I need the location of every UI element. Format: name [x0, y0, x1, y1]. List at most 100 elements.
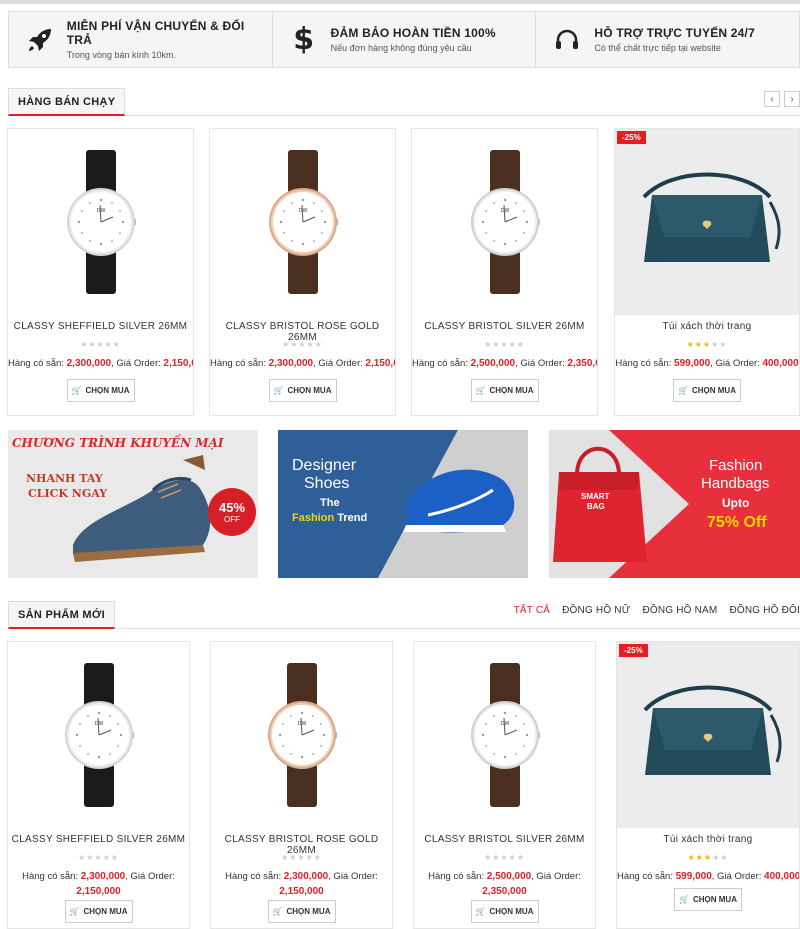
banner-line2: Handbags [701, 475, 770, 492]
banner-heading: CHƯƠNG TRÌNH KHUYẾN MẠI [12, 436, 224, 450]
order-price: 2,350,000 [567, 358, 597, 369]
bag-text2: BAG [587, 502, 605, 511]
order-price: 2,150,000 [76, 886, 121, 897]
section-title: SẢN PHẨM MỚI [8, 601, 115, 629]
feature-support: HỖ TRỢ TRỰC TUYẾN 24/7 Có thể chất trực … [536, 12, 799, 67]
tab-all[interactable]: TẤT CẢ [514, 605, 551, 616]
product-name[interactable]: CLASSY BRISTOL SILVER 26MM [414, 834, 595, 845]
buy-button[interactable]: 🛒 CHỌN MUA [267, 900, 336, 923]
rating-stars: ★★★★★ [281, 853, 322, 862]
watch-image [66, 150, 136, 294]
cart-icon: 🛒 [475, 907, 486, 916]
product-price: Hàng có sẵn: 2,500,000, Giá Order: 2,350… [412, 356, 597, 371]
carousel-prev-button[interactable]: ‹ [764, 91, 780, 107]
banner-line3: The [320, 497, 340, 509]
stock-price: 2,500,000 [470, 358, 516, 369]
rating-stars: ★★★★★ [78, 853, 119, 862]
promo-banner-handbags[interactable]: SMART BAG Fashion Handbags Upto 75% Off [549, 430, 800, 578]
stock-label: Hàng có sẵn: [210, 358, 266, 369]
buy-button[interactable]: 🛒 CHỌN MUA [470, 900, 539, 923]
buy-button[interactable]: 🛒 CHỌN MUA [470, 379, 539, 402]
rating-stars: ★★★★★ [686, 340, 728, 349]
stock-label: Hàng có sẵn: [617, 871, 673, 882]
product-card[interactable]: CLASSY BRISTOL SILVER 26MM ★★★★★ Hàng có… [411, 128, 598, 416]
stock-price: 2,500,000 [486, 871, 532, 882]
feature-title: HỖ TRỢ TRỰC TUYẾN 24/7 [594, 26, 755, 40]
tab-couple-watches[interactable]: ĐỒNG HỒ ĐÔI [729, 605, 800, 616]
feature-refund: $ ĐẢM BẢO HOÀN TIỀN 100% Nếu đơn hàng kh… [273, 12, 537, 67]
stock-label: Hàng có sẵn: [412, 358, 468, 369]
category-tabs: TẤT CẢ ĐỒNG HỒ NỮ ĐỒNG HỒ NAM ĐỒNG HỒ ĐÔ… [514, 605, 800, 616]
product-image[interactable] [414, 642, 595, 828]
watch-image [267, 663, 337, 807]
discount-badge: -25% [617, 131, 646, 144]
product-image[interactable] [8, 129, 193, 315]
product-price: Hàng có sẵn: 2,300,000, Giá Order: 2,150… [8, 356, 193, 371]
product-name[interactable]: CLASSY BRISTOL SILVER 26MM [412, 321, 597, 332]
product-name[interactable]: CLASSY SHEFFIELD SILVER 26MM [8, 321, 193, 332]
new-products-header: SẢN PHẨM MỚI TẤT CẢ ĐỒNG HỒ NỮ ĐỒNG HỒ N… [8, 601, 800, 629]
product-name[interactable]: Túi xách thời trang [617, 834, 799, 845]
top-bar [0, 0, 800, 4]
buy-button[interactable]: 🛒 CHỌN MUA [268, 379, 337, 402]
product-price: Hàng có sẵn: 599,000, Giá Order: 400,000 [617, 869, 799, 884]
product-name[interactable]: Túi xách thời trang [615, 321, 799, 332]
watch-image [470, 150, 540, 294]
banner-line4: Trend [337, 512, 368, 524]
product-card[interactable]: -25% Túi xách thời trang ★★★★★ Hàng có s… [614, 128, 800, 416]
promo-banner-designer-shoes[interactable]: Designer Shoes The Fashion Trend [278, 430, 528, 578]
order-label: , Giá Order: [111, 358, 161, 369]
rating-stars: ★★★★★ [687, 853, 729, 862]
product-image[interactable] [615, 129, 799, 315]
product-card[interactable]: CLASSY BRISTOL ROSE GOLD 26MM ★★★★★ Hàng… [209, 128, 396, 416]
carousel-next-button[interactable]: › [784, 91, 800, 107]
product-image[interactable] [210, 129, 395, 315]
buy-label: CHỌN MUA [85, 386, 130, 395]
buy-button[interactable]: 🛒 CHỌN MUA [673, 379, 741, 402]
watch-image [470, 663, 540, 807]
buy-button[interactable]: 🛒 CHỌN MUA [64, 900, 133, 923]
buy-button[interactable]: 🛒 CHỌN MUA [674, 888, 742, 911]
features-bar: MIỄN PHÍ VẬN CHUYỂN & ĐỔI TRẢ Trong vòng… [8, 11, 800, 68]
product-card[interactable]: CLASSY SHEFFIELD SILVER 26MM ★★★★★ Hàng … [7, 128, 194, 416]
tab-mens-watches[interactable]: ĐỒNG HỒ NAM [642, 605, 717, 616]
stock-label: Hàng có sẵn: [22, 871, 79, 882]
product-image[interactable] [211, 642, 392, 828]
product-price: Hàng có sẵn: 2,300,000, Giá Order: 2,150,… [211, 869, 392, 899]
watch-image [268, 150, 338, 294]
buy-button[interactable]: 🛒 CHỌN MUA [66, 379, 135, 402]
stock-label: Hàng có sẵn: [428, 871, 485, 882]
discount-circle: 45% OFF [208, 488, 256, 536]
product-image[interactable] [8, 642, 189, 828]
product-card[interactable]: CLASSY SHEFFIELD SILVER 26MM ★★★★★ Hàng … [7, 641, 190, 929]
stock-price: 599,000 [675, 871, 712, 882]
product-image[interactable] [617, 642, 799, 828]
product-card[interactable]: -25% Túi xách thời trang ★★★★★ Hàng có s… [616, 641, 800, 929]
product-card[interactable]: CLASSY BRISTOL SILVER 26MM ★★★★★ Hàng có… [413, 641, 596, 929]
banner-tagline: Fashion Trend [292, 512, 367, 524]
stock-price: 599,000 [674, 358, 711, 369]
cart-icon: 🛒 [69, 907, 80, 916]
banner-highlight: Fashion [292, 512, 335, 524]
order-price: 400,000 [764, 871, 800, 882]
tab-womens-watches[interactable]: ĐỒNG HỒ NỮ [562, 605, 630, 616]
promo-banner-shoes-sale[interactable]: CHƯƠNG TRÌNH KHUYẾN MẠI NHANH TAY CLICK … [8, 430, 258, 578]
banner-background [278, 430, 528, 578]
carousel-arrows: ‹ › [764, 91, 800, 107]
feature-subtitle: Nếu đơn hàng không đúng yêu cầu [330, 43, 472, 53]
cart-icon: 🛒 [71, 386, 82, 395]
order-price: 400,000 [762, 358, 799, 369]
order-label: , Giá Order: [710, 358, 760, 369]
product-price: Hàng có sẵn: 2,300,000, Giá Order: 2,150,… [8, 869, 189, 899]
product-name[interactable]: CLASSY SHEFFIELD SILVER 26MM [8, 834, 189, 845]
product-card[interactable]: CLASSY BRISTOL ROSE GOLD 26MM ★★★★★ Hàng… [210, 641, 393, 929]
bag-text1: SMART [581, 492, 610, 501]
cart-icon: 🛒 [679, 895, 689, 904]
product-image[interactable] [412, 129, 597, 315]
rating-stars: ★★★★★ [484, 340, 525, 349]
stock-label: Hàng có sẵn: [225, 871, 282, 882]
order-label: , Giá Order: [328, 871, 378, 882]
order-price: 2,150,000 [365, 358, 395, 369]
headset-icon [550, 23, 584, 57]
buy-label: CHỌN MUA [691, 386, 736, 395]
